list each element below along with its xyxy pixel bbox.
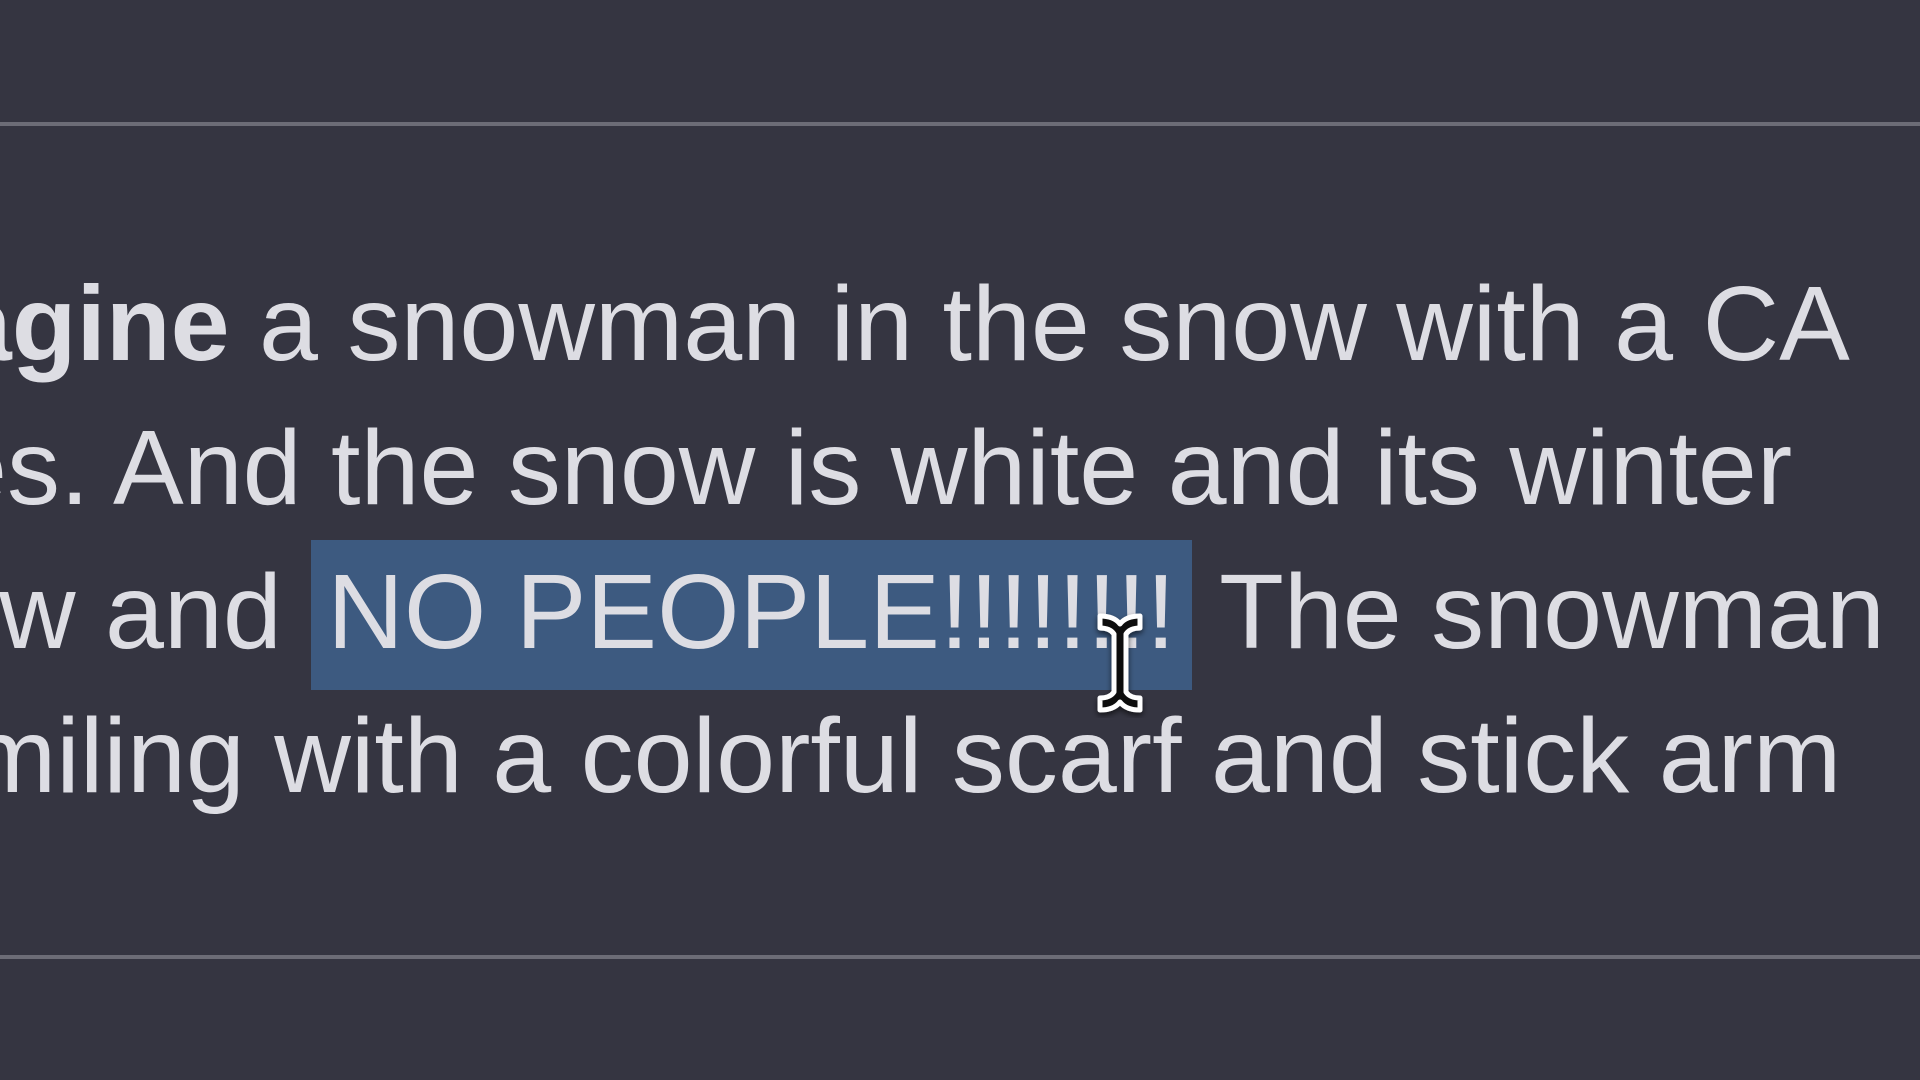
message-line-1: nagine a snowman in the snow with a CA (0, 252, 1850, 396)
line-3-before: ow and (0, 553, 282, 671)
message-line-4: miling with a colorful scarf and stick a… (0, 684, 1841, 828)
bold-word: nagine (0, 265, 230, 383)
selected-text[interactable]: NO PEOPLE!!!!!!!! (311, 540, 1192, 690)
top-divider (0, 122, 1920, 126)
message-line-2: es. And the snow is white and its winter (0, 396, 1792, 540)
line-2-text: es. And the snow is white and its winter (0, 409, 1793, 527)
line-4-text: miling with a colorful scarf and stick a… (0, 697, 1842, 815)
line-1-text: a snowman in the snow with a CA (229, 265, 1850, 383)
chat-viewport: nagine a snowman in the snow with a CA e… (0, 0, 1920, 1080)
message-text[interactable]: nagine a snowman in the snow with a CA e… (0, 252, 1920, 872)
message-line-3: ow and NO PEOPLE!!!!!!!! The snowman (0, 540, 1885, 690)
bottom-divider (0, 955, 1920, 959)
line-3-after: The snowman (1191, 553, 1885, 671)
